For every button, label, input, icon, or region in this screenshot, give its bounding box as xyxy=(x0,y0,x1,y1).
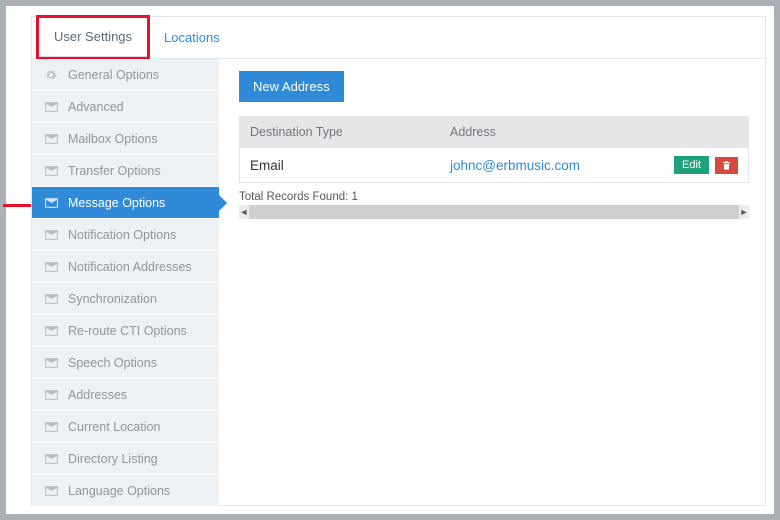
sidebar-item-label: Message Options xyxy=(68,196,165,210)
cell-address-link[interactable]: johnc@erbmusic.com xyxy=(440,150,648,181)
sidebar-item-label: Notification Addresses xyxy=(68,260,192,274)
scroll-track xyxy=(249,205,739,219)
col-address: Address xyxy=(440,117,648,147)
sidebar-item-general-options[interactable]: General Options xyxy=(32,59,219,91)
mail-icon xyxy=(44,294,58,304)
delete-button[interactable] xyxy=(715,157,738,174)
content: General Options Advanced Mailbox Options Tr… xyxy=(32,59,765,505)
mail-icon xyxy=(44,486,58,496)
sidebar-item-label: Synchronization xyxy=(68,292,157,306)
sidebar-item-message-options[interactable]: Message Options xyxy=(32,187,219,219)
panel: User Settings Locations General Options A… xyxy=(31,16,766,506)
sidebar-item-label: Notification Options xyxy=(68,228,176,242)
scroll-left-icon: ◄ xyxy=(239,207,249,217)
new-address-button[interactable]: New Address xyxy=(239,71,344,102)
scroll-right-icon: ► xyxy=(739,207,749,217)
sidebar-item-speech-options[interactable]: Speech Options xyxy=(32,347,219,379)
sidebar-item-transfer-options[interactable]: Transfer Options xyxy=(32,155,219,187)
sidebar: General Options Advanced Mailbox Options Tr… xyxy=(32,59,219,505)
sidebar-item-directory-listing[interactable]: Directory Listing xyxy=(32,443,219,475)
sidebar-item-re-route-cti-options[interactable]: Re-route CTI Options xyxy=(32,315,219,347)
mail-icon xyxy=(44,262,58,272)
sidebar-item-label: Addresses xyxy=(68,388,127,402)
sidebar-item-language-options[interactable]: Language Options xyxy=(32,475,219,507)
sidebar-item-synchronization[interactable]: Synchronization xyxy=(32,283,219,315)
gear-icon xyxy=(44,70,58,80)
sidebar-item-notification-options[interactable]: Notification Options xyxy=(32,219,219,251)
sidebar-item-notification-addresses[interactable]: Notification Addresses xyxy=(32,251,219,283)
tabbar: User Settings Locations xyxy=(32,17,765,59)
trash-icon xyxy=(721,160,732,171)
edit-button[interactable]: Edit xyxy=(674,156,709,174)
mail-icon xyxy=(44,102,58,112)
sidebar-item-mailbox-options[interactable]: Mailbox Options xyxy=(32,123,219,155)
cell-destination-type: Email xyxy=(240,150,440,181)
address-table: Destination Type Address Email johnc@erb… xyxy=(239,116,749,183)
sidebar-item-label: Speech Options xyxy=(68,356,157,370)
sidebar-item-label: Advanced xyxy=(68,100,124,114)
sidebar-item-label: Directory Listing xyxy=(68,452,158,466)
mail-icon xyxy=(44,134,58,144)
tab-user-settings[interactable]: User Settings xyxy=(38,17,148,58)
col-actions xyxy=(648,117,748,147)
mail-icon xyxy=(44,390,58,400)
sidebar-item-label: Current Location xyxy=(68,420,160,434)
mail-icon xyxy=(44,422,58,432)
mail-icon xyxy=(44,230,58,240)
sidebar-item-addresses[interactable]: Addresses xyxy=(32,379,219,411)
sidebar-item-label: Re-route CTI Options xyxy=(68,324,187,338)
sidebar-item-label: Mailbox Options xyxy=(68,132,158,146)
mail-icon xyxy=(44,198,58,208)
mail-icon xyxy=(44,454,58,464)
main-area: New Address Destination Type Address Ema… xyxy=(219,59,765,505)
tab-locations[interactable]: Locations xyxy=(148,17,236,58)
cell-actions: Edit xyxy=(648,148,748,182)
sidebar-item-advanced[interactable]: Advanced xyxy=(32,91,219,123)
horizontal-scrollbar[interactable]: ◄ ► xyxy=(239,205,749,219)
sidebar-item-label: Transfer Options xyxy=(68,164,161,178)
mail-icon xyxy=(44,166,58,176)
sidebar-item-current-location[interactable]: Current Location xyxy=(32,411,219,443)
mail-icon xyxy=(44,358,58,368)
mail-icon xyxy=(44,326,58,336)
records-count: Total Records Found: 1 xyxy=(239,191,749,203)
table-row: Email johnc@erbmusic.com Edit xyxy=(240,147,748,182)
col-destination-type: Destination Type xyxy=(240,117,440,147)
app-frame: User Settings Locations General Options A… xyxy=(0,0,780,520)
sidebar-item-label: Language Options xyxy=(68,484,170,498)
sidebar-item-label: General Options xyxy=(68,68,159,82)
table-header: Destination Type Address xyxy=(240,117,748,147)
